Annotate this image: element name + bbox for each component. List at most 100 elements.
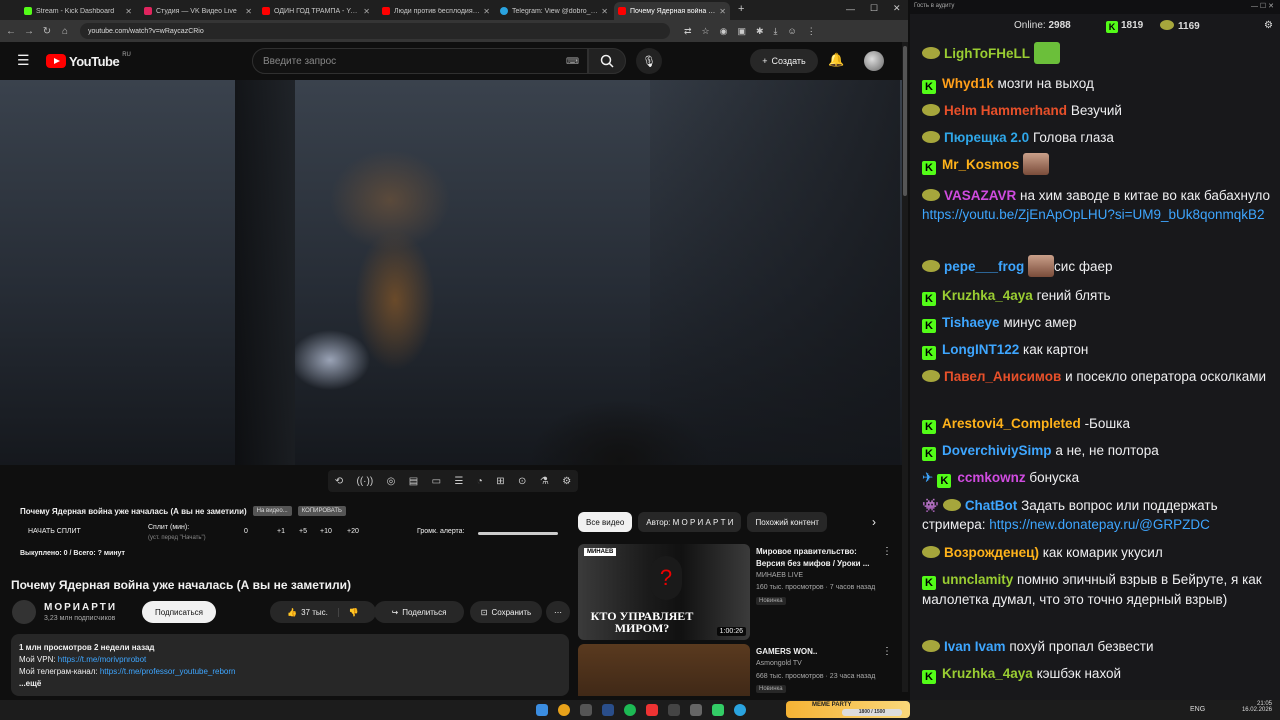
chat-username[interactable]: LongINT122 — [942, 342, 1019, 357]
camera-icon[interactable]: ◎ — [387, 476, 396, 487]
chat-username[interactable]: VASAZAVR — [944, 188, 1016, 203]
chip-all-videos[interactable]: Все видео — [578, 512, 633, 532]
chat-username[interactable]: Whyd1k — [942, 76, 994, 91]
close-tab-icon[interactable]: ✕ — [363, 7, 370, 16]
close-window-icon[interactable]: ✕ — [893, 3, 901, 14]
youtube-logo[interactable]: YouTube RU — [46, 52, 131, 69]
maximize-icon[interactable]: ☐ — [870, 3, 878, 14]
chip-by-author[interactable]: Автор: М О Р И А Р Т И — [638, 512, 742, 532]
split-plus5-button[interactable]: +5 — [299, 528, 307, 535]
chat-settings-icon[interactable]: ⚙ — [1264, 20, 1273, 31]
tab-vk-studio[interactable]: Студия — VK Видео Live ✕ — [140, 2, 256, 20]
loop-icon[interactable]: ⟲ — [335, 476, 343, 487]
star-icon[interactable]: ☆ — [702, 26, 710, 37]
share-button[interactable]: ↪ Поделиться — [374, 601, 464, 623]
create-button[interactable]: + Создать — [750, 49, 818, 73]
start-menu-icon[interactable] — [536, 704, 548, 716]
save-button[interactable]: ⊡ Сохранить — [470, 601, 542, 623]
taskbar-app-icon[interactable] — [580, 704, 592, 716]
notifications-bell-icon[interactable]: 🔔 — [828, 52, 844, 68]
hamburger-menu-icon[interactable]: ☰ — [17, 52, 30, 69]
tab-youtube-film[interactable]: Люди против бесплодия: семейный фильм✕ — [378, 2, 494, 20]
minimize-icon[interactable]: — — [846, 4, 855, 14]
recommended-channel[interactable]: Asmongold TV — [756, 660, 802, 667]
extension-icon[interactable]: ▣ — [737, 26, 746, 37]
video-thumbnail[interactable] — [578, 644, 750, 696]
spotify-icon[interactable] — [624, 704, 636, 716]
tab-youtube-trump[interactable]: ОДИН ГОД ТРАМПА - YouTube✕ — [258, 2, 374, 20]
chat-username[interactable]: Kruzhka_4aya — [942, 288, 1033, 303]
home-icon[interactable]: ⌂ — [58, 26, 72, 37]
recommended-channel[interactable]: МИНАЕВ LIVE — [756, 572, 803, 579]
taskbar-app-icon[interactable] — [646, 704, 658, 716]
split-plus20-button[interactable]: +20 — [347, 528, 359, 535]
steam-icon[interactable] — [602, 704, 614, 716]
chat-username[interactable]: LighToFHeLL — [944, 46, 1030, 61]
clock[interactable]: 21:05 16.02.2026 — [1240, 701, 1272, 713]
split-copy-button[interactable]: КОПИРОВАТЬ — [297, 506, 346, 516]
chat-username[interactable]: Arestovi4_Completed — [942, 416, 1081, 431]
extension-icon[interactable]: ◉ — [720, 26, 728, 37]
chat-username[interactable]: ChatBot — [965, 498, 1018, 513]
download-icon[interactable]: ⤓ — [774, 26, 778, 37]
chat-username[interactable]: Павел_Анисимов — [944, 369, 1061, 384]
video-thumbnail[interactable]: МИНАЕВ ? КТО УПРАВЛЯЕТ МИРОМ? 1:00:26 — [578, 544, 750, 640]
meme-party-widget[interactable]: MEME PARTY 1800 / 1500 — [786, 701, 910, 718]
page-scrollbar-thumb[interactable] — [903, 46, 907, 196]
chat-username[interactable]: Пюрещка 2.0 — [944, 130, 1029, 145]
video-player[interactable] — [0, 80, 902, 465]
video-description[interactable]: 1 млн просмотров 2 недели назад Мой VPN:… — [11, 634, 569, 696]
telegram-link[interactable]: https://t.me/professor_youtube_reborn — [100, 667, 236, 676]
chat-username[interactable]: Возрожденец) — [944, 545, 1039, 560]
chat-username[interactable]: Helm Hammerhand — [944, 103, 1067, 118]
voice-search-button[interactable]: 🎙 — [636, 48, 662, 74]
chat-username[interactable]: Mr_Kosmos — [942, 157, 1019, 172]
chat-link[interactable]: https://new.donatepay.ru/@GRPZDC — [989, 517, 1210, 532]
add-clip-icon[interactable]: ⊞ — [496, 476, 504, 487]
back-icon[interactable]: ← — [4, 26, 18, 37]
subscribe-button[interactable]: Подписаться — [142, 601, 216, 623]
close-tab-icon[interactable]: ✕ — [483, 7, 490, 16]
tab-current-video[interactable]: Почему Ядерная война уже...✕ — [614, 2, 730, 20]
chat-link[interactable]: https://youtu.be/ZjEnApOpLHU?si=UM9_bUk8… — [922, 207, 1265, 222]
taskbar-app-icon[interactable] — [668, 704, 680, 716]
chat-username[interactable]: unnclamity — [942, 572, 1013, 587]
chat-username[interactable]: Kruzhka_4aya — [942, 666, 1033, 681]
chat-window-controls-icon[interactable]: — ☐ ✕ — [1251, 2, 1274, 10]
chrome-icon[interactable] — [558, 704, 570, 716]
more-options-icon[interactable]: ⋮ — [882, 546, 892, 557]
split-plus10-button[interactable]: +10 — [320, 528, 332, 535]
taskbar-app-icon[interactable] — [690, 704, 702, 716]
keyboard-icon[interactable]: ⌨ — [566, 56, 579, 67]
recommended-title[interactable]: Мировое правительство: Версия без мифов … — [756, 546, 878, 570]
description-more-button[interactable]: ...ещё — [19, 678, 561, 690]
recommended-video[interactable]: GAMERS WON.. Asmongold TV 668 тыс. просм… — [578, 644, 898, 696]
recommended-video[interactable]: МИНАЕВ ? КТО УПРАВЛЯЕТ МИРОМ? 1:00:26 Ми… — [578, 544, 898, 640]
start-split-button[interactable]: НАЧАТЬ СПЛИТ — [28, 528, 81, 535]
screenshot-icon[interactable]: ⊙ — [518, 476, 526, 487]
close-tab-icon[interactable]: ✕ — [601, 7, 608, 16]
chips-next-arrow-icon[interactable]: › — [872, 515, 876, 529]
lab-icon[interactable]: ⚗ — [540, 476, 549, 487]
vpn-link[interactable]: https://t.me/morivpnrobot — [58, 655, 146, 664]
recommended-title[interactable]: GAMERS WON.. — [756, 646, 878, 658]
chat-username[interactable]: DoverchiviySimp — [942, 443, 1052, 458]
more-actions-button[interactable]: ⋯ — [546, 601, 570, 623]
search-input[interactable]: Введите запрос ⌨ — [252, 48, 588, 74]
settings-gear-icon[interactable]: ⚙ — [562, 476, 571, 487]
channel-avatar[interactable] — [12, 600, 36, 624]
split-plus1-button[interactable]: +1 — [277, 528, 285, 535]
split-chip-on-video[interactable]: На видео... — [252, 506, 292, 516]
clapper-icon[interactable]: ▤ — [409, 476, 418, 487]
chip-similar[interactable]: Похожий контент — [747, 512, 827, 532]
language-indicator[interactable]: ENG — [1190, 706, 1205, 713]
chat-username[interactable]: pepe___frog — [944, 259, 1024, 274]
speed-icon[interactable]: ◔ — [477, 476, 483, 487]
url-input[interactable]: youtube.com/watch?v=wRaycazCRio — [80, 23, 670, 39]
tab-telegram[interactable]: Telegram: View @dobro_2ch ✕ — [496, 2, 612, 20]
taskbar-app-icon[interactable] — [712, 704, 724, 716]
close-tab-icon[interactable]: ✕ — [125, 7, 132, 16]
list-icon[interactable]: ☰ — [454, 476, 463, 487]
reload-icon[interactable]: ↻ — [40, 26, 54, 37]
telegram-icon[interactable] — [734, 704, 746, 716]
